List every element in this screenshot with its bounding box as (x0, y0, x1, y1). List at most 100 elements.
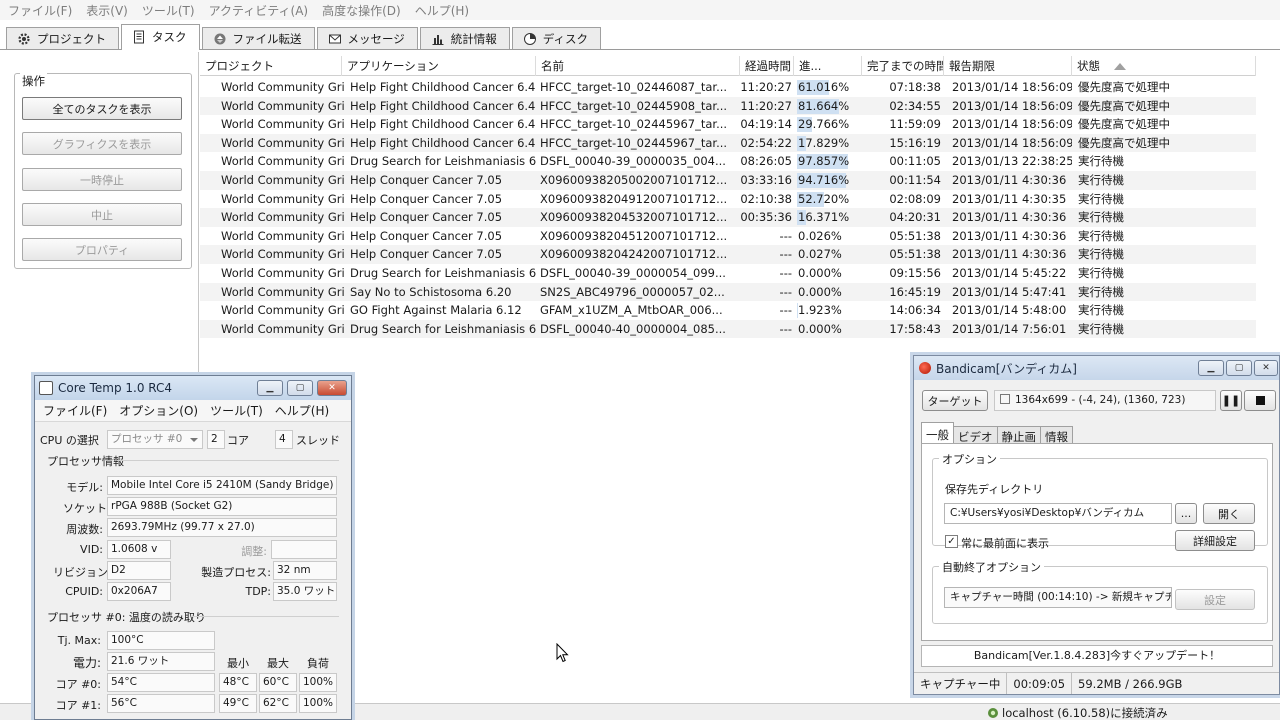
task-project: World Community Grid (221, 154, 345, 169)
commands-panel-title: 操作 (20, 73, 47, 89)
task-project: World Community Grid (221, 284, 345, 299)
menu-advanced[interactable]: 高度な操作(D) (322, 2, 401, 19)
task-application: Help Conquer Cancer 7.05 (350, 228, 503, 243)
task-name: DSFL_00040-39_0000035_004... (540, 154, 726, 169)
max-header: 最大 (267, 657, 289, 670)
task-project: World Community Grid (221, 80, 345, 94)
task-elapsed: --- (779, 284, 792, 299)
target-button[interactable]: ターゲット (922, 390, 988, 411)
pause-button[interactable]: ❚❚ (1220, 390, 1242, 411)
table-row[interactable]: World Community Grid Help Fight Childhood… (200, 133, 1256, 153)
task-elapsed: 02:54:22 (740, 135, 792, 150)
coretemp-minimize-button[interactable]: ▁ (257, 380, 283, 396)
menu-file[interactable]: ファイル(F) (8, 2, 72, 19)
task-progress: 0.000% (797, 283, 849, 302)
update-notice-link[interactable]: Bandicam[Ver.1.8.4.283]今すぐアップデート！ (921, 645, 1273, 667)
tab-disk[interactable]: ディスク (511, 27, 601, 49)
coretemp-maximize-button[interactable]: ▢ (287, 380, 313, 396)
column-deadline[interactable]: 報告期限 (944, 56, 1072, 76)
column-application[interactable]: アプリケーション (342, 56, 536, 76)
task-state: 優先度高で処理中 (1078, 80, 1170, 94)
task-progress: 29.766% (797, 115, 849, 134)
table-row[interactable]: World Community Grid Help Conquer Cancer … (200, 227, 1256, 246)
task-project: World Community Grid (221, 191, 345, 206)
processor-info-divider (117, 460, 339, 461)
task-project: World Community Grid (221, 247, 345, 262)
power-value: 21.6 ワット (107, 652, 215, 671)
task-deadline: 2013/01/14 18:56:09 (952, 80, 1072, 94)
task-state: 実行待機 (1078, 172, 1124, 187)
advanced-settings-button[interactable]: 詳細設定 (1175, 530, 1255, 551)
coretemp-menu-file[interactable]: ファイル(F) (43, 402, 107, 419)
column-name[interactable]: 名前 (536, 56, 740, 76)
task-progress: 94.716% (797, 171, 849, 190)
coretemp-menu-options[interactable]: オプション(O) (119, 402, 198, 419)
tab-tasks[interactable]: タスク (121, 24, 200, 50)
table-row[interactable]: World Community Grid Drug Search for Leis… (200, 264, 1256, 283)
document-icon (134, 30, 144, 43)
coretemp-menu-help[interactable]: ヘルプ(H) (275, 402, 329, 419)
stop-button[interactable] (1244, 390, 1276, 411)
abort-button[interactable]: 中止 (22, 203, 182, 226)
socket-value: rPGA 988B (Socket G2) (107, 497, 337, 516)
tab-tasks-label: タスク (152, 29, 187, 44)
table-row[interactable]: World Community Grid GO Fight Against Mal… (200, 301, 1256, 320)
task-elapsed: --- (779, 265, 792, 280)
table-row[interactable]: World Community Grid Help Fight Childhood… (200, 115, 1256, 134)
table-row[interactable]: World Community Grid Help Conquer Cancer … (200, 208, 1256, 227)
task-name: DSFL_00040-39_0000054_099... (540, 265, 726, 280)
task-remaining: 00:11:54 (889, 172, 941, 187)
task-list: World Community Grid Help Fight Childhood… (200, 78, 1256, 339)
menu-view[interactable]: 表示(V) (86, 2, 128, 19)
table-row[interactable]: World Community Grid Drug Search for Leis… (200, 319, 1256, 339)
save-dir-field[interactable]: C:¥Users¥yosi¥Desktop¥バンディカム (944, 503, 1172, 524)
column-state[interactable]: 状態 (1072, 56, 1256, 76)
table-row[interactable]: World Community Grid Drug Search for Leis… (200, 152, 1256, 171)
task-progress: 61.016% (797, 78, 849, 97)
task-application: Help Fight Childhood Cancer 6.40 (350, 135, 536, 150)
task-deadline: 2013/01/13 22:38:25 (952, 154, 1072, 169)
close-icon: ✕ (1262, 363, 1270, 373)
show-graphics-button[interactable]: グラフィクスを表示 (22, 132, 182, 155)
pie-chart-icon (523, 32, 536, 45)
table-row[interactable]: World Community Grid Help Conquer Cancer … (200, 170, 1256, 190)
open-folder-button[interactable]: 開く (1203, 503, 1255, 524)
cpu-select-dropdown[interactable]: プロセッサ #0 (107, 430, 203, 449)
menu-tools[interactable]: ツール(T) (142, 2, 195, 19)
menu-activity[interactable]: アクティビティ(A) (209, 2, 309, 19)
coretemp-close-button[interactable]: ✕ (317, 380, 347, 396)
table-row[interactable]: World Community Grid Help Fight Childhood… (200, 96, 1256, 116)
table-row[interactable]: World Community Grid Help Conquer Cancer … (200, 190, 1256, 209)
tab-projects[interactable]: プロジェクト (6, 27, 119, 49)
suspend-button[interactable]: 一時停止 (22, 168, 182, 191)
core1-min: 49°C (219, 694, 257, 713)
coretemp-menu-tools[interactable]: ツール(T) (210, 402, 263, 419)
capture-status: キャプチャー中 (914, 673, 1008, 694)
bandicam-close-button[interactable]: ✕ (1254, 360, 1278, 376)
target-window-icon (1000, 394, 1010, 404)
bandicam-minimize-button[interactable]: ▁ (1198, 360, 1224, 376)
table-row[interactable]: World Community Grid Help Conquer Cancer … (200, 245, 1256, 264)
always-on-top-checkbox[interactable]: ✓ (945, 535, 958, 548)
browse-button[interactable]: ... (1175, 503, 1197, 524)
transfer-icon (214, 33, 225, 44)
column-progress[interactable]: 進... (794, 56, 862, 76)
auto-stop-settings-button[interactable]: 設定 (1175, 589, 1255, 610)
task-project: World Community Grid (221, 117, 345, 132)
show-all-tasks-button[interactable]: 全てのタスクを表示 (22, 97, 182, 120)
tab-transfers[interactable]: ファイル転送 (201, 27, 315, 49)
tab-messages[interactable]: メッセージ (316, 27, 418, 49)
column-project[interactable]: プロジェクト (200, 56, 342, 76)
table-row[interactable]: World Community Grid Help Fight Childhood… (200, 78, 1256, 97)
menu-help[interactable]: ヘルプ(H) (415, 2, 469, 19)
table-row[interactable]: World Community Grid Say No to Schistosom… (200, 282, 1256, 302)
bandicam-maximize-button[interactable]: ▢ (1226, 360, 1252, 376)
progress-text: 0.027% (798, 247, 842, 262)
bandicam-titlebar[interactable]: Bandicam[バンディカム] (914, 356, 1279, 380)
tab-statistics[interactable]: 統計情報 (419, 27, 510, 49)
column-remaining[interactable]: 完了までの時間 (862, 56, 944, 76)
task-state: 実行待機 (1078, 247, 1124, 262)
properties-button[interactable]: プロパティ (22, 238, 182, 261)
target-info: 1364x699 - (-4, 24), (1360, 723) (994, 390, 1216, 411)
column-elapsed[interactable]: 経過時間 (740, 56, 794, 76)
